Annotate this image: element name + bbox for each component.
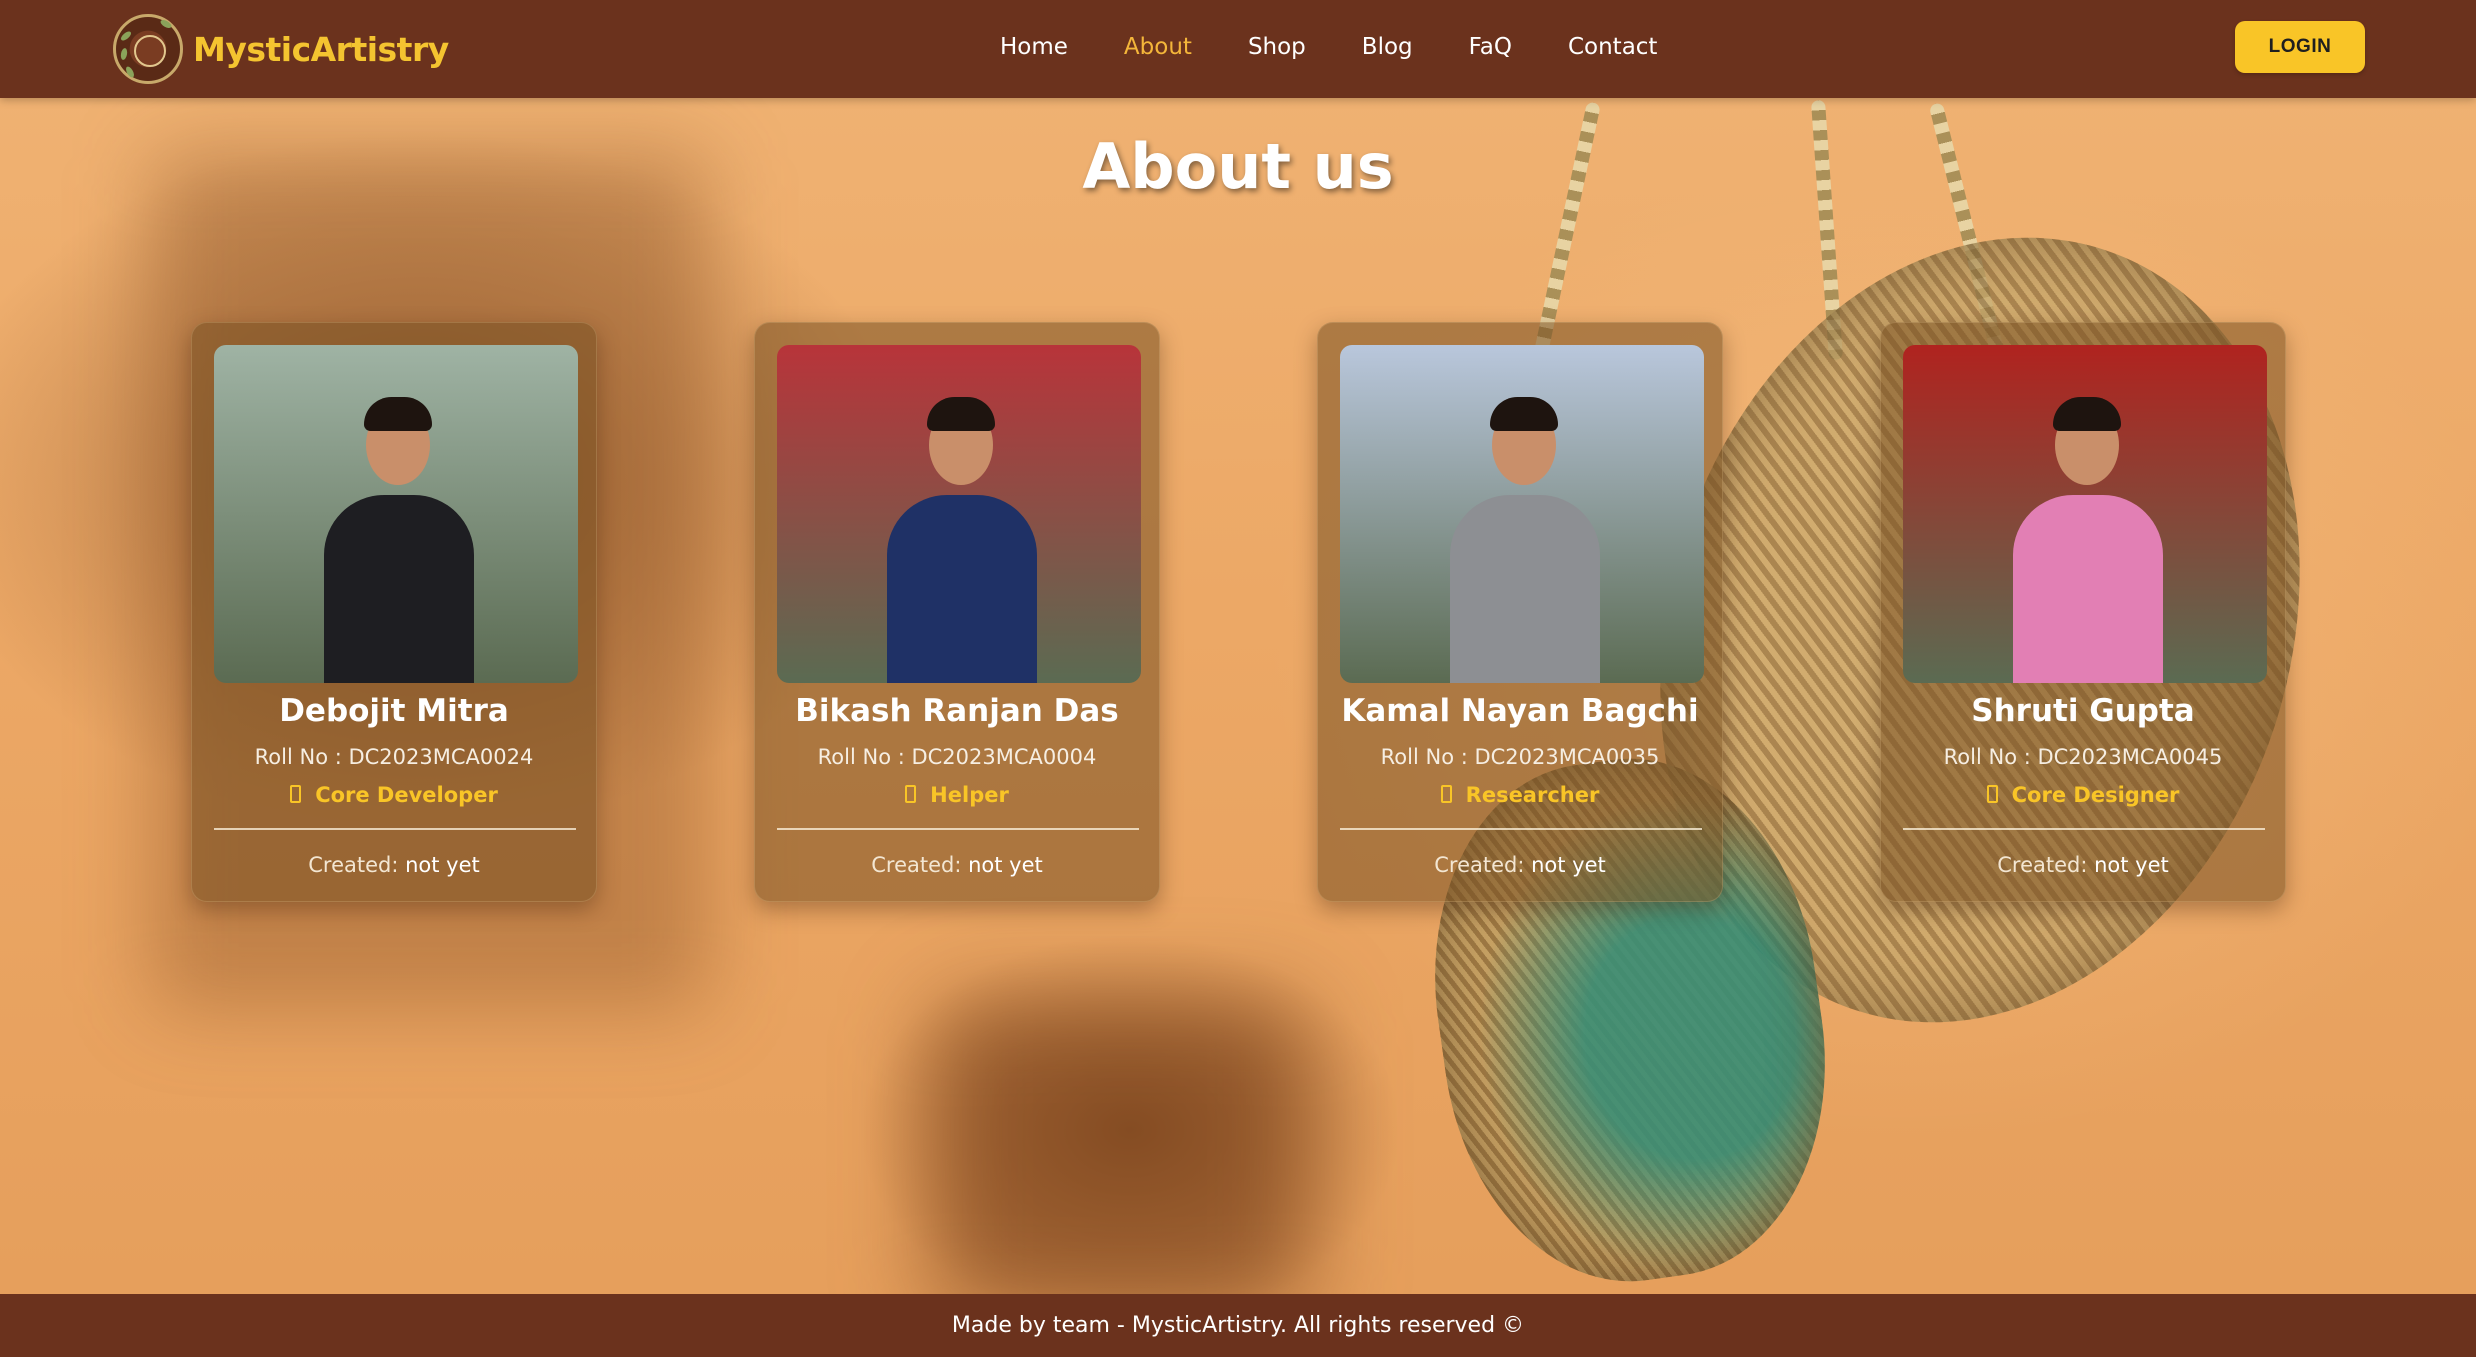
member-role: Helper [755, 783, 1159, 807]
created-label: Created: [1434, 853, 1525, 877]
member-name: Kamal Nayan Bagchi [1341, 693, 1699, 729]
card-divider [777, 828, 1139, 830]
nav-shop[interactable]: Shop [1248, 28, 1306, 66]
member-photo [1340, 345, 1704, 683]
nav-about[interactable]: About [1124, 28, 1192, 66]
card-divider [1340, 828, 1702, 830]
brand-logo[interactable]: MysticArtistry [113, 10, 449, 88]
footer-text: Made by team - MysticArtistry. All right… [951, 1313, 1525, 1338]
created-label: Created: [308, 853, 399, 877]
member-roll: Roll No : DC2023MCA0045 [1943, 745, 2223, 769]
photo-person [324, 495, 474, 683]
member-photo [1903, 345, 2267, 683]
member-role-label: Core Developer [315, 783, 498, 807]
created-label: Created: [871, 853, 962, 877]
role-badge-icon [290, 785, 302, 803]
nav-home[interactable]: Home [1000, 28, 1068, 66]
page-title: About us [1082, 130, 1394, 203]
site-header: MysticArtistry Home About Shop Blog FaQ … [0, 0, 2476, 98]
photo-person [2013, 495, 2163, 683]
nav-contact[interactable]: Contact [1568, 28, 1657, 66]
member-roll: Roll No : DC2023MCA0004 [817, 745, 1097, 769]
role-badge-icon [1986, 785, 1998, 803]
created-value: not yet [405, 853, 480, 877]
nav-blog[interactable]: Blog [1362, 28, 1413, 66]
created-value: not yet [2094, 853, 2169, 877]
member-photo [777, 345, 1141, 683]
team-card: Bikash Ranjan Das Roll No : DC2023MCA000… [754, 322, 1160, 902]
created-value: not yet [968, 853, 1043, 877]
member-created: Created: not yet [755, 853, 1159, 877]
member-created: Created: not yet [1881, 853, 2285, 877]
member-role-label: Researcher [1465, 783, 1600, 807]
background-blur-object [930, 1000, 1310, 1320]
card-divider [214, 828, 576, 830]
site-footer: Made by team - MysticArtistry. All right… [0, 1294, 2476, 1357]
role-badge-icon [905, 785, 917, 803]
photo-person [887, 495, 1037, 683]
member-roll: Roll No : DC2023MCA0035 [1380, 745, 1660, 769]
member-role-label: Helper [930, 783, 1009, 807]
main-nav: Home About Shop Blog FaQ Contact [1000, 28, 1713, 66]
card-divider [1903, 828, 2265, 830]
created-value: not yet [1531, 853, 1606, 877]
member-name: Debojit Mitra [279, 693, 509, 729]
team-cards: Debojit Mitra Roll No : DC2023MCA0024 Co… [0, 322, 2476, 902]
team-card: Shruti Gupta Roll No : DC2023MCA0045 Cor… [1880, 322, 2286, 902]
member-name: Bikash Ranjan Das [795, 693, 1119, 729]
member-created: Created: not yet [192, 853, 596, 877]
member-role: Researcher [1318, 783, 1722, 807]
team-card: Debojit Mitra Roll No : DC2023MCA0024 Co… [191, 322, 597, 902]
photo-person [1450, 495, 1600, 683]
member-created: Created: not yet [1318, 853, 1722, 877]
nav-faq[interactable]: FaQ [1469, 28, 1512, 66]
member-role: Core Developer [192, 783, 596, 807]
role-badge-icon [1440, 785, 1452, 803]
created-label: Created: [1997, 853, 2088, 877]
logo-emblem-icon [113, 14, 183, 84]
member-photo [214, 345, 578, 683]
login-button[interactable]: LOGIN [2235, 21, 2365, 73]
member-name: Shruti Gupta [1971, 693, 2195, 729]
member-role-label: Core Designer [2011, 783, 2180, 807]
member-roll: Roll No : DC2023MCA0024 [254, 745, 534, 769]
brand-name: MysticArtistry [193, 29, 449, 69]
team-card: Kamal Nayan Bagchi Roll No : DC2023MCA00… [1317, 322, 1723, 902]
member-role: Core Designer [1881, 783, 2285, 807]
